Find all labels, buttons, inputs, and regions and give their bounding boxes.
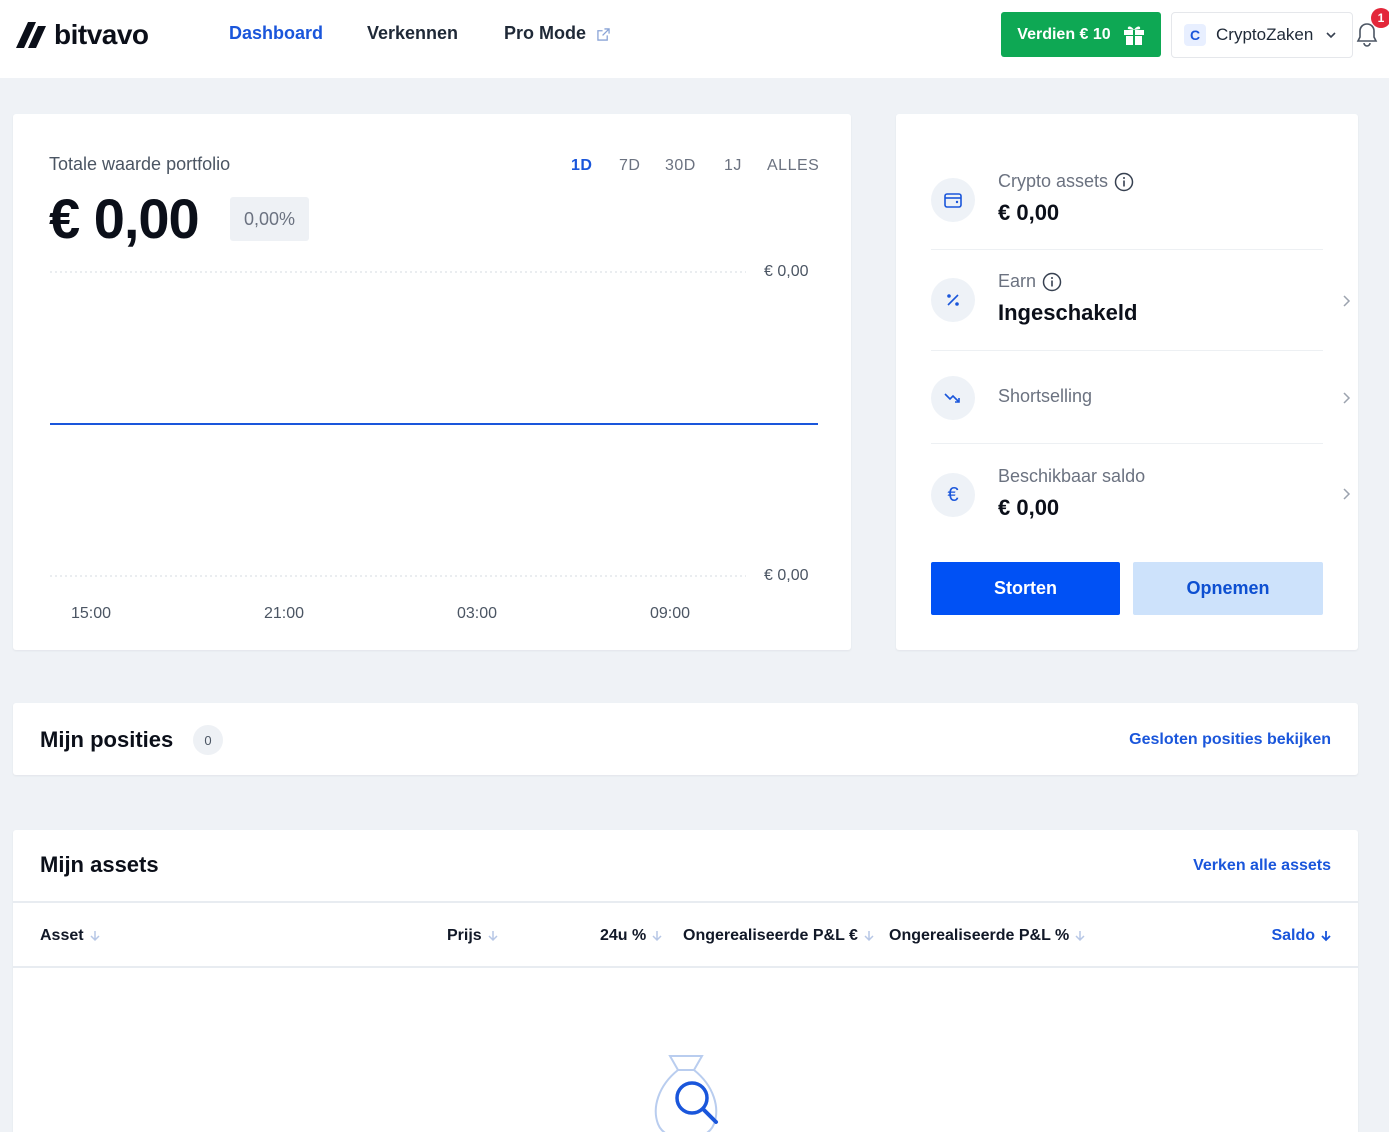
summary-divider (931, 249, 1323, 250)
sort-arrow-icon (1075, 931, 1085, 942)
shortselling-row[interactable]: Shortselling (931, 376, 1351, 420)
summary-divider (931, 350, 1323, 351)
column-header-label: Ongerealiseerde P&L € (683, 927, 858, 944)
column-header-price[interactable]: Prijs (447, 927, 498, 945)
crypto-assets-value: € 0,00 (998, 200, 1060, 225)
balance-row[interactable]: € Beschikbaar saldo € 0,00 (931, 466, 1351, 524)
info-icon[interactable] (1114, 172, 1134, 192)
chevron-right-icon (1343, 392, 1351, 404)
deposit-button[interactable]: Storten (931, 562, 1120, 615)
closed-positions-link[interactable]: Gesloten posities bekijken (1129, 731, 1331, 749)
nav-pro-mode-label: Pro Mode (504, 23, 587, 43)
trend-down-icon (931, 376, 975, 420)
sort-arrow-active-icon (1321, 931, 1331, 942)
info-icon[interactable] (1042, 272, 1062, 292)
summary-divider (931, 443, 1323, 444)
account-name: CryptoZaken (1216, 25, 1314, 44)
column-header-label: 24u % (600, 927, 647, 944)
balance-label: Beschikbaar saldo (998, 466, 1146, 486)
chart-x-tick: 09:00 (650, 605, 691, 622)
top-header: bitvavo Dashboard Verkennen Pro Mode Ver… (0, 0, 1389, 78)
chevron-down-icon (1326, 32, 1336, 39)
chart-y-tick-top: € 0,00 (764, 263, 809, 280)
earn-status-value: Ingeschakeld (998, 300, 1138, 325)
earn-label-text: Earn (998, 271, 1037, 291)
bitvavo-logo[interactable]: bitvavo (16, 18, 149, 52)
column-header-label: Saldo (1271, 927, 1315, 944)
nav-pro-mode[interactable]: Pro Mode (504, 23, 610, 44)
explore-assets-link[interactable]: Verken alle assets (1193, 857, 1331, 875)
assets-title: Mijn assets (40, 852, 159, 877)
money-bag-search-icon (654, 1055, 718, 1132)
bitvavo-logo-icon (16, 22, 46, 48)
notification-badge: 1 (1371, 8, 1389, 28)
portfolio-chart[interactable] (13, 114, 851, 650)
crypto-assets-row: Crypto assets € 0,00 (931, 171, 1323, 226)
column-header-label: Ongerealiseerde P&L % (889, 927, 1070, 944)
shortselling-label: Shortselling (998, 386, 1093, 406)
column-header-pnl-pct[interactable]: Ongerealiseerde P&L % (889, 927, 1085, 945)
earn-label: Earn (998, 271, 1062, 292)
percent-icon (931, 278, 975, 322)
positions-title: Mijn posities (40, 727, 174, 752)
account-initial-badge: C (1184, 24, 1206, 46)
portfolio-card: Totale waarde portfolio € 0,00 0,00% 1D … (13, 114, 851, 650)
crypto-assets-label: Crypto assets (998, 171, 1134, 192)
chart-x-tick: 21:00 (264, 605, 305, 622)
column-header-asset[interactable]: Asset (40, 927, 100, 945)
sort-arrow-icon (90, 931, 100, 942)
sort-arrow-icon (652, 931, 662, 942)
crypto-assets-label-text: Crypto assets (998, 171, 1109, 191)
balance-value: € 0,00 (998, 495, 1060, 520)
column-header-24h[interactable]: 24u % (600, 927, 662, 945)
sort-arrow-icon (864, 931, 874, 942)
chart-x-tick: 15:00 (71, 605, 112, 622)
wallet-icon (931, 178, 975, 222)
sort-arrow-icon (488, 931, 498, 942)
column-header-balance[interactable]: Saldo (1271, 927, 1331, 945)
withdraw-button[interactable]: Opnemen (1133, 562, 1323, 615)
nav-verkennen[interactable]: Verkennen (367, 23, 458, 44)
chevron-right-icon (1343, 488, 1351, 500)
positions-count-badge: 0 (193, 725, 223, 755)
column-header-label: Asset (40, 927, 84, 944)
chevron-right-icon (1343, 295, 1351, 307)
table-divider (13, 901, 1358, 903)
earn-row[interactable]: Earn Ingeschakeld (931, 271, 1351, 329)
chart-y-tick-bottom: € 0,00 (764, 567, 809, 584)
chart-x-tick: 03:00 (457, 605, 498, 622)
nav-dashboard[interactable]: Dashboard (229, 23, 323, 44)
logo-text: bitvavo (54, 19, 149, 50)
assets-card: Mijn assets Verken alle assets Asset Pri… (13, 830, 1358, 1132)
column-header-pnl-eur[interactable]: Ongerealiseerde P&L € (683, 927, 874, 945)
table-divider (13, 966, 1358, 968)
gift-icon (1123, 26, 1144, 45)
external-link-icon (597, 28, 610, 41)
column-header-label: Prijs (447, 927, 482, 944)
earn-reward-button[interactable]: Verdien € 10 (1001, 12, 1161, 57)
positions-card: Mijn posities 0 Gesloten posities bekijk… (13, 703, 1358, 775)
euro-icon: € (931, 473, 975, 517)
summary-card: Crypto assets € 0,00 Earn Ingeschakeld S… (896, 114, 1358, 650)
earn-reward-label: Verdien € 10 (1017, 25, 1111, 43)
account-switcher[interactable]: C CryptoZaken (1171, 12, 1353, 58)
